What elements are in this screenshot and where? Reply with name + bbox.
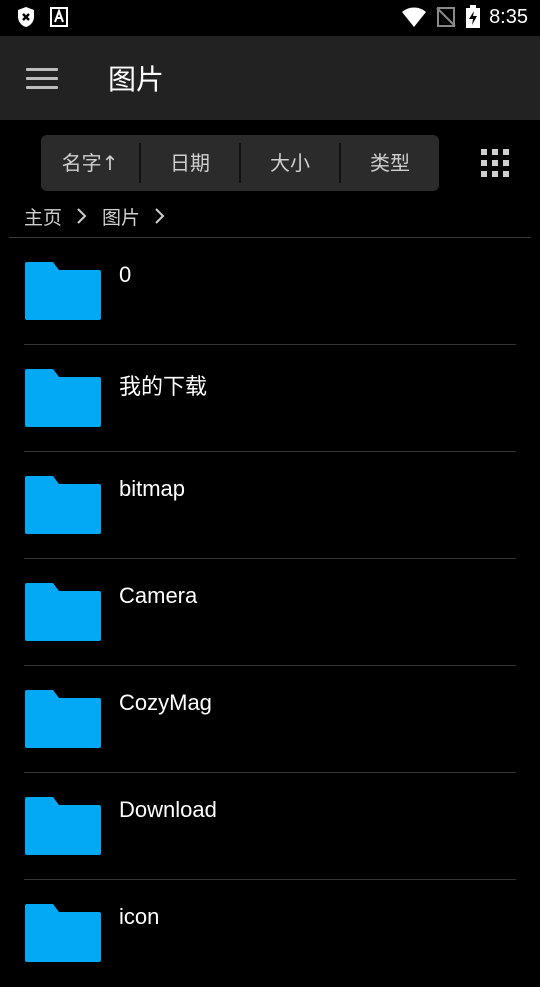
status-bar: 8:35	[0, 0, 540, 36]
list-item[interactable]: Camera	[0, 559, 540, 666]
list-item[interactable]: icon	[0, 880, 540, 987]
file-name: CozyMag	[119, 690, 212, 715]
breadcrumb-home[interactable]: 主页	[24, 203, 62, 230]
font-a-icon	[50, 7, 68, 27]
list-item[interactable]: 我的下载	[0, 345, 540, 452]
menu-icon[interactable]	[24, 62, 60, 94]
app-bar: 图片	[0, 36, 540, 120]
list-item[interactable]: 0	[0, 238, 540, 345]
list-item[interactable]: Download	[0, 773, 540, 880]
chevron-right-icon	[155, 208, 165, 224]
sort-by-type-button[interactable]: 类型	[341, 145, 439, 181]
grid-view-icon[interactable]	[481, 149, 509, 177]
shield-x-icon	[18, 7, 34, 27]
folder-icon	[25, 690, 101, 748]
folder-icon	[25, 797, 101, 855]
sort-by-date-button[interactable]: 日期	[141, 145, 239, 181]
sort-bar: 名字↑ 日期 大小 类型	[41, 135, 439, 191]
chevron-right-icon	[77, 208, 87, 224]
folder-icon	[25, 583, 101, 641]
no-sim-icon	[436, 7, 456, 27]
file-name: 我的下载	[119, 374, 208, 399]
breadcrumb: 主页 图片	[24, 200, 170, 232]
file-list: 0 我的下载 bitmap Camera CozyMag Download ic…	[0, 238, 540, 987]
list-item[interactable]: bitmap	[0, 452, 540, 559]
file-name: Camera	[119, 583, 198, 608]
file-name: Download	[119, 797, 217, 822]
battery-charging-icon	[466, 5, 481, 28]
status-time: 8:35	[489, 5, 528, 28]
folder-icon	[25, 904, 101, 962]
file-name: icon	[119, 904, 160, 929]
file-name: bitmap	[119, 476, 186, 501]
folder-icon	[25, 262, 101, 320]
folder-icon	[25, 369, 101, 427]
sort-by-name-button[interactable]: 名字↑	[41, 145, 139, 181]
breadcrumb-pictures[interactable]: 图片	[102, 203, 140, 230]
folder-icon	[25, 476, 101, 534]
sort-by-size-button[interactable]: 大小	[241, 145, 339, 181]
list-item[interactable]: CozyMag	[0, 666, 540, 773]
file-name: 0	[119, 262, 132, 287]
page-title: 图片	[108, 63, 165, 96]
wifi-icon	[402, 7, 427, 27]
